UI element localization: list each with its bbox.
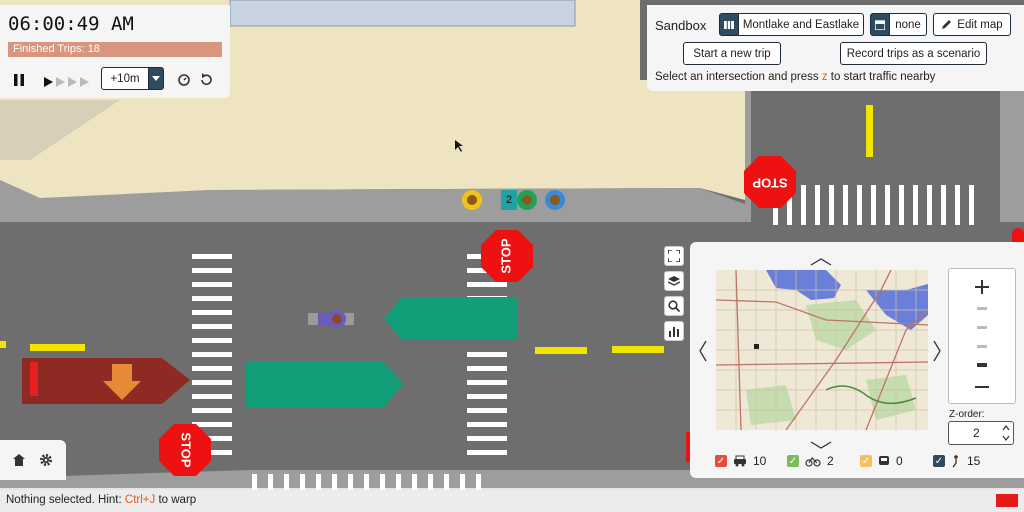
bus-icon (879, 456, 889, 465)
stepper-arrows-icon (1002, 425, 1010, 441)
minimap-panel: Z-order: 2 ✓ 10 ✓ 2 ✓ 0 ✓ 15 (658, 242, 1024, 478)
zoom-level-4[interactable] (977, 363, 987, 367)
step-forward-button[interactable]: +10m (101, 67, 149, 90)
pan-up-button[interactable] (810, 252, 832, 271)
legend-buses[interactable]: ✓ 0 (860, 454, 903, 468)
svg-text:STOP: STOP (179, 432, 194, 467)
map-picker-button[interactable]: Montlake and Eastlake (738, 13, 864, 36)
stop-sign[interactable]: STOP (481, 230, 533, 282)
legend-bikes[interactable]: ✓ 2 (787, 454, 834, 468)
car-icon (734, 455, 746, 467)
legend-cars[interactable]: ✓ 10 (715, 454, 766, 468)
stats-button[interactable] (664, 321, 684, 341)
stop-sign[interactable]: STOP (744, 156, 796, 208)
pause-icon (14, 74, 24, 86)
chevron-left-icon (699, 340, 707, 362)
map-icon (724, 20, 734, 29)
selected-car[interactable] (22, 358, 190, 404)
pedestrian[interactable] (462, 190, 482, 210)
status-indicator (996, 494, 1018, 507)
pan-left-button[interactable] (698, 340, 708, 366)
pedestrian-icon (952, 454, 958, 467)
reset-button[interactable] (199, 72, 213, 86)
home-icon (13, 454, 25, 466)
minimap-view[interactable] (716, 270, 928, 430)
bottom-left-toolbar (0, 440, 66, 480)
sandbox-title: Sandbox (655, 18, 707, 33)
settings-button[interactable] (39, 452, 53, 471)
pan-right-button[interactable] (932, 340, 942, 366)
pencil-icon (942, 20, 952, 29)
calendar-icon (875, 19, 885, 30)
zoom-level-3[interactable] (977, 345, 987, 348)
stop-sign[interactable]: STOP (159, 424, 211, 476)
fullscreen-button[interactable] (664, 246, 684, 266)
checkbox-icon: ✓ (860, 455, 872, 467)
speed-controls[interactable] (42, 73, 92, 87)
map-picker-icon-button[interactable] (719, 13, 739, 36)
zoom-out-button[interactable] (974, 379, 990, 399)
layers-icon (668, 276, 680, 286)
start-new-trip-button[interactable]: Start a new trip (683, 42, 781, 65)
bike-icon (805, 457, 821, 467)
minus-icon (975, 386, 989, 388)
legend-pedestrians[interactable]: ✓ 15 (933, 454, 980, 468)
home-button[interactable] (12, 452, 26, 471)
expand-icon (668, 250, 680, 262)
checkbox-icon: ✓ (787, 455, 799, 467)
play-speed-icon (44, 77, 89, 87)
zorder-value: 2 (973, 426, 980, 440)
pedestrian[interactable] (545, 190, 565, 210)
status-bar: Nothing selected. Hint: Ctrl+J to warp (0, 490, 1024, 512)
jump-to-time-button[interactable] (177, 72, 191, 86)
search-button[interactable] (664, 296, 684, 316)
sandbox-panel: Sandbox Montlake and Eastlake none Edit … (647, 5, 1024, 91)
checkbox-icon: ✓ (933, 455, 945, 467)
finished-trips-bar: Finished Trips: 18 (8, 42, 222, 57)
scenario-picker-icon-button[interactable] (870, 13, 890, 36)
finished-trips-label: Finished Trips: 18 (13, 43, 100, 55)
bar-chart-icon (669, 327, 679, 337)
reset-icon (201, 73, 212, 86)
checkbox-icon: ✓ (715, 455, 727, 467)
scenario-picker-button[interactable]: none (889, 13, 927, 36)
svg-text:2: 2 (506, 194, 512, 206)
zorder-stepper[interactable]: 2 (948, 421, 1014, 445)
clock: 06:00:49 AM (8, 13, 134, 35)
step-dropdown-button[interactable] (148, 67, 164, 90)
zorder-label: Z-order: (949, 409, 985, 420)
chevron-down-icon (810, 441, 832, 449)
zoom-controls (948, 268, 1016, 404)
zoom-level-2[interactable] (977, 326, 987, 329)
clock-forward-icon (178, 74, 190, 86)
minimap-map-image (716, 270, 928, 430)
edit-map-button[interactable]: Edit map (933, 13, 1011, 36)
bus[interactable] (246, 362, 403, 407)
search-icon (668, 300, 680, 312)
layers-button[interactable] (664, 271, 684, 291)
pan-down-button[interactable] (810, 435, 832, 454)
chevron-right-icon (933, 340, 941, 362)
svg-text:STOP: STOP (752, 176, 787, 191)
status-text: Nothing selected. Hint: Ctrl+J to warp (6, 494, 197, 506)
gear-icon (40, 454, 52, 466)
chevron-down-icon (152, 75, 160, 81)
zoom-in-button[interactable] (974, 279, 990, 299)
plus-icon (975, 280, 989, 294)
sandbox-hint: Select an intersection and press z to st… (655, 71, 936, 83)
chevron-up-icon (810, 258, 832, 266)
pause-button[interactable] (12, 72, 26, 86)
zoom-level-1[interactable] (977, 307, 987, 310)
time-panel: 06:00:49 AM Finished Trips: 18 +10m (0, 5, 230, 98)
svg-text:STOP: STOP (498, 238, 513, 273)
building-footprint (229, 0, 576, 27)
bus[interactable] (384, 297, 518, 340)
record-trips-button[interactable]: Record trips as a scenario (840, 42, 987, 65)
